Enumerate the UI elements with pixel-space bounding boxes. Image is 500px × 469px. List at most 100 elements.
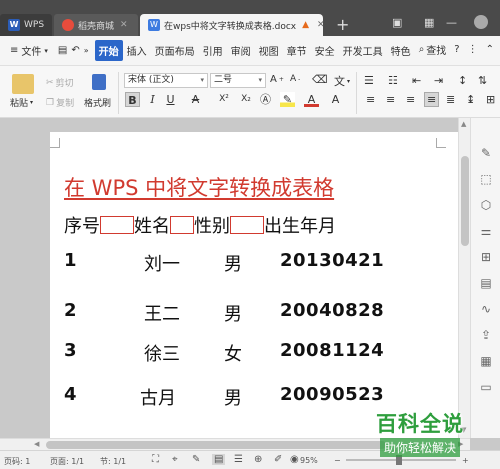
italic-button[interactable]: I bbox=[145, 92, 160, 107]
row-date: 20081124 bbox=[280, 340, 385, 361]
chinese-layout-icon[interactable]: ↕ bbox=[458, 74, 467, 87]
numbered-list-icon[interactable]: ☷ bbox=[388, 74, 398, 87]
subscript-button[interactable]: X₂ bbox=[236, 92, 256, 107]
sort-icon[interactable]: ⇅ bbox=[478, 74, 487, 87]
revision-icon[interactable]: ✎ bbox=[192, 454, 200, 465]
save-icon[interactable]: ▤ bbox=[58, 45, 67, 56]
layout-icon[interactable]: ▦ bbox=[424, 16, 434, 29]
align-right-icon[interactable]: ≡ bbox=[406, 93, 415, 106]
align-left-icon[interactable]: ≡ bbox=[366, 93, 375, 106]
box-icon[interactable]: ▭ bbox=[479, 380, 493, 394]
outline-view-icon[interactable]: ☰ bbox=[234, 454, 243, 465]
copy-button[interactable]: ❐ 复制 bbox=[46, 96, 75, 110]
scroll-up-icon[interactable]: ▲ bbox=[461, 120, 466, 128]
tab-document[interactable]: W 在wps中将文字转换成表格.docx ▲ ✕ bbox=[140, 14, 325, 36]
justify-icon[interactable]: ≡ bbox=[424, 92, 440, 107]
more-icon[interactable]: » bbox=[84, 46, 89, 55]
cut-button[interactable]: ✂ 剪切 bbox=[46, 76, 74, 90]
more-options-icon[interactable]: ⋮ bbox=[468, 44, 478, 55]
share-icon[interactable]: ⇪ bbox=[479, 328, 493, 342]
new-tab-button[interactable]: + bbox=[336, 14, 349, 36]
document-icon[interactable]: ▤ bbox=[479, 276, 493, 290]
highlight-icon[interactable]: ✎ bbox=[280, 92, 295, 107]
decrease-indent-icon[interactable]: ⇤ bbox=[412, 74, 421, 87]
border-icon[interactable]: ⊞ bbox=[486, 93, 495, 106]
zoom-out-icon[interactable]: − bbox=[334, 456, 341, 465]
strikethrough-button[interactable]: A bbox=[188, 92, 203, 107]
tab-wps[interactable]: W WPS bbox=[0, 14, 52, 36]
table-icon[interactable]: ▦ bbox=[479, 354, 493, 368]
menu-security[interactable]: 安全 bbox=[311, 40, 339, 61]
vertical-scrollbar[interactable]: ▲ ▼ bbox=[458, 118, 470, 438]
wave-icon[interactable]: ∿ bbox=[479, 302, 493, 316]
increase-indent-icon[interactable]: ⇥ bbox=[434, 74, 443, 87]
document-page[interactable]: 在 WPS 中将文字转换成表格 序号 姓名 性别 出生年月 1 刘一 男 201… bbox=[50, 132, 458, 438]
font-size-select[interactable]: 二号 ▾ bbox=[210, 73, 266, 88]
avatar[interactable] bbox=[474, 15, 488, 29]
scroll-left-icon[interactable]: ◀ bbox=[34, 440, 39, 448]
font-name-select[interactable]: 宋体 (正文) ▾ bbox=[124, 73, 208, 88]
scrollbar-thumb[interactable] bbox=[46, 441, 386, 449]
menu-review[interactable]: 审阅 bbox=[227, 40, 255, 61]
menu-references[interactable]: 引用 bbox=[199, 40, 227, 61]
grid-icon[interactable]: ⊞ bbox=[479, 250, 493, 264]
char-shading-icon[interactable]: A bbox=[328, 92, 343, 107]
underline-button[interactable]: U bbox=[163, 92, 178, 107]
help-button[interactable]: ? bbox=[454, 44, 459, 55]
page-number[interactable]: 页码: 1 bbox=[4, 456, 30, 467]
menu-right-tools: ⌕ 查找 ? ⋮ ⌃ bbox=[419, 42, 494, 57]
select-icon[interactable]: ⬚ bbox=[479, 172, 493, 186]
settings-sliders-icon[interactable]: ⚌ bbox=[479, 224, 493, 238]
menu-chapter[interactable]: 章节 bbox=[283, 40, 311, 61]
search-button[interactable]: ⌕ 查找 bbox=[419, 42, 447, 57]
distribute-icon[interactable]: ≣ bbox=[446, 93, 455, 106]
font-size-value: 二号 bbox=[214, 75, 233, 85]
menu-special[interactable]: 特色 bbox=[387, 40, 415, 61]
phonetic-icon[interactable]: 文 ▾ bbox=[334, 73, 350, 89]
tab-count-icon[interactable]: ▣ bbox=[392, 16, 402, 29]
tab-daoke-store[interactable]: 稻壳商城 ✕ bbox=[54, 14, 138, 36]
line-spacing-icon[interactable]: ↨ bbox=[466, 93, 475, 106]
section-indicator[interactable]: 节: 1/1 bbox=[100, 456, 126, 467]
read-mode-icon[interactable]: ✐ bbox=[274, 454, 282, 465]
align-center-icon[interactable]: ≡ bbox=[386, 93, 395, 106]
close-icon[interactable]: ✕ bbox=[317, 20, 325, 30]
right-tool-panel: ✎ ⬚ ⬡ ⚌ ⊞ ▤ ∿ ⇪ ▦ ▭ bbox=[470, 118, 500, 438]
copy-label: 复制 bbox=[56, 99, 75, 109]
menu-view[interactable]: 视图 bbox=[255, 40, 283, 61]
web-view-icon[interactable]: ⊕ bbox=[254, 454, 262, 465]
menu-page-layout[interactable]: 页面布局 bbox=[151, 40, 199, 61]
menu-developer[interactable]: 开发工具 bbox=[339, 40, 387, 61]
text-effect-icon[interactable]: Ⓐ bbox=[258, 92, 273, 107]
zoom-level[interactable]: 95% bbox=[300, 456, 318, 465]
menu-insert[interactable]: 插入 bbox=[123, 40, 151, 61]
font-color-icon[interactable]: A bbox=[304, 92, 319, 107]
format-painter-icon[interactable] bbox=[92, 74, 106, 90]
shapes-icon[interactable]: ⬡ bbox=[479, 198, 493, 212]
spellcheck-icon[interactable]: ⌖ bbox=[172, 454, 178, 465]
menu-home[interactable]: 开始 bbox=[94, 40, 123, 61]
scissors-icon: ✂ bbox=[46, 77, 54, 88]
header-row: 序号 姓名 性别 出生年月 bbox=[64, 212, 336, 238]
paste-icon[interactable] bbox=[12, 74, 34, 94]
format-painter-button[interactable]: 格式刷 bbox=[84, 96, 111, 109]
paste-button[interactable]: 粘贴 ▾ bbox=[10, 96, 33, 109]
undo-icon[interactable]: ↶ bbox=[71, 45, 79, 56]
fullscreen-icon[interactable]: ⛶ bbox=[152, 454, 159, 465]
superscript-button[interactable]: X² bbox=[214, 92, 234, 107]
row-date: 20090523 bbox=[280, 384, 385, 405]
file-menu[interactable]: ≡ 文件 ▾ bbox=[6, 40, 52, 61]
collapse-icon[interactable]: ⌃ bbox=[486, 44, 494, 55]
bullet-list-icon[interactable]: ☰ bbox=[364, 74, 374, 87]
clear-format-icon[interactable]: ⌫ bbox=[312, 73, 328, 86]
close-icon[interactable]: ✕ bbox=[120, 20, 128, 30]
shrink-font-button[interactable]: A- bbox=[290, 74, 300, 84]
eye-icon[interactable]: ◉ bbox=[290, 454, 299, 465]
minimize-icon[interactable]: — bbox=[446, 16, 457, 29]
pen-icon[interactable]: ✎ bbox=[479, 146, 493, 160]
scrollbar-thumb[interactable] bbox=[461, 156, 469, 246]
bold-button[interactable]: B bbox=[125, 92, 140, 107]
grow-font-button[interactable]: A + bbox=[270, 74, 284, 85]
page-view-icon[interactable]: ▤ bbox=[212, 454, 226, 465]
page-indicator[interactable]: 页面: 1/1 bbox=[50, 456, 84, 467]
